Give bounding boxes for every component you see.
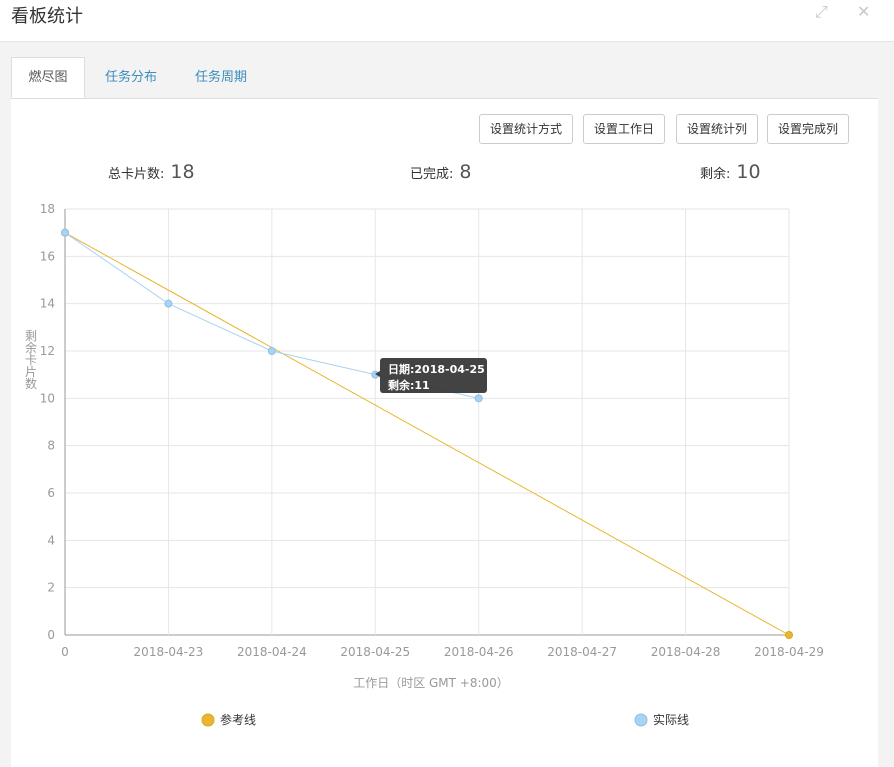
legend-marker	[201, 713, 215, 727]
x-tick-label: 2018-04-27	[547, 645, 617, 659]
y-axis-label: 剩余卡片数	[25, 329, 37, 391]
x-tick-label: 2018-04-24	[237, 645, 307, 659]
chart-grid	[64, 208, 790, 636]
chart-tooltip: 日期:2018-04-25 剩余:11	[375, 358, 487, 393]
legend-label: 实际线	[653, 712, 689, 727]
x-tick-label: 2018-04-25	[340, 645, 410, 659]
y-tick-label: 12	[40, 344, 55, 358]
legend-marker	[634, 713, 648, 727]
y-tick-label: 16	[40, 249, 55, 263]
y-tick-label: 0	[47, 628, 55, 642]
y-tick-label: 2	[47, 581, 55, 595]
y-tick-label: 18	[40, 202, 55, 216]
y-tick-label: 8	[47, 439, 55, 453]
chart-series	[61, 228, 793, 639]
data-point	[61, 228, 69, 237]
x-tick-label: 2018-04-23	[134, 645, 204, 659]
legend-label: 参考线	[220, 712, 256, 727]
y-tick-label: 4	[47, 533, 55, 547]
y-axis-label-char: 数	[25, 376, 37, 391]
y-tick-label: 6	[47, 486, 55, 500]
x-axis-label: 工作日（时区 GMT +8:00）	[353, 676, 509, 690]
data-point	[785, 631, 793, 639]
y-tick-label: 10	[40, 391, 55, 405]
series-line-0	[64, 232, 790, 636]
data-point	[164, 299, 173, 308]
x-tick-label: 2018-04-28	[651, 645, 721, 659]
tooltip-date: 日期:2018-04-25	[388, 362, 485, 376]
y-tick-label: 14	[40, 297, 55, 311]
x-tick-label: 0	[61, 645, 69, 659]
data-point	[474, 394, 483, 403]
burndown-chart: 0 2 4 6 8 10 12 14 16 18 0 2018-04-23 2018-04-24 2018…	[25, 202, 824, 727]
tooltip-remaining: 剩余:11	[388, 378, 430, 392]
chart-legend: 参考线 实际线	[201, 712, 689, 727]
x-tick-label: 2018-04-26	[444, 645, 514, 659]
data-point	[267, 347, 276, 355]
x-tick-label: 2018-04-29	[754, 645, 824, 659]
